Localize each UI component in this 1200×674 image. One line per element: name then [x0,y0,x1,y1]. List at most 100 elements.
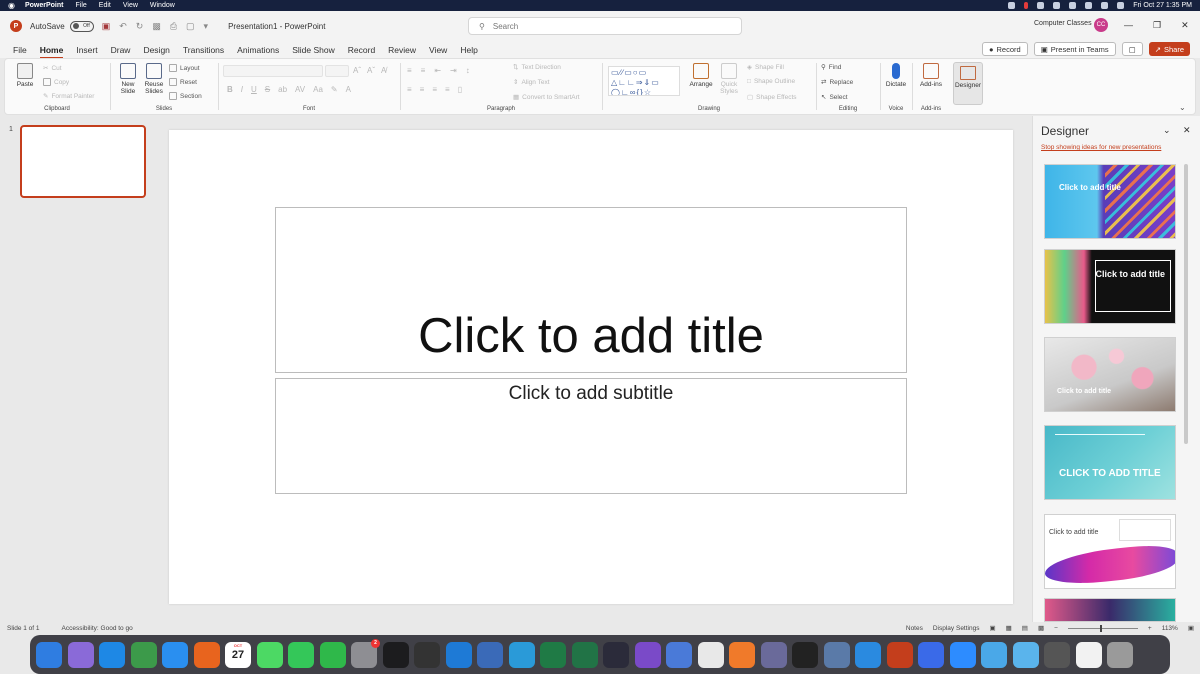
subscript-icon[interactable]: ab [278,85,287,94]
highlight-icon[interactable]: ✎ [331,85,338,94]
launchpad-icon[interactable] [67,641,94,668]
chatgpt-icon[interactable] [792,641,818,668]
tab-draw[interactable]: Draw [111,45,131,55]
autosave-toggle[interactable]: Off [69,20,94,32]
tab-file[interactable]: File [13,45,27,55]
clear-format-icon[interactable]: A̸ [381,66,386,75]
redo-icon[interactable]: ↻ [136,21,144,32]
zoom-out-icon[interactable]: − [1054,625,1058,632]
grow-font-icon[interactable]: Aˆ [353,66,361,75]
addins-button[interactable]: Add-ins [917,63,945,88]
windows-icon[interactable] [855,641,881,668]
change-case-icon[interactable]: Aa [313,85,323,94]
strikethrough-icon[interactable]: S [265,85,270,94]
increase-indent-icon[interactable]: ⇥ [450,66,457,75]
reuse-slides-button[interactable]: Reuse Slides [141,63,167,95]
present-icon[interactable]: ▢ [186,21,195,32]
bluetooth-icon[interactable] [1069,2,1077,9]
justify-icon[interactable]: ≡ [445,85,450,94]
tab-view[interactable]: View [429,45,447,55]
underline-icon[interactable]: U [251,85,257,94]
font-color-icon[interactable]: A [346,85,351,94]
design-idea-card[interactable] [1044,598,1176,622]
print-icon[interactable]: ⎙ [170,21,177,32]
comments-button[interactable]: ▢ [1121,42,1143,56]
shape-fill-button[interactable]: ◈ Shape Fill [747,63,784,72]
record-button[interactable]: ● Record [981,42,1028,56]
layout-button[interactable]: Layout [169,64,200,72]
proxyman-icon[interactable] [477,641,503,668]
customize-qat-icon[interactable]: ▾ [204,21,209,32]
arrange-button[interactable]: Arrange [687,63,715,88]
design-idea-card[interactable]: Click to add title [1044,337,1176,412]
slide-thumbnail[interactable] [20,125,146,198]
undo-icon[interactable]: ↶ [119,21,127,32]
cut-button[interactable]: ✂ Cut [43,64,62,73]
bullets-icon[interactable]: ≡ [407,66,412,75]
design-idea-card[interactable]: CLICK TO ADD TITLE [1044,425,1176,500]
zoom-slider[interactable] [1067,624,1138,632]
minimize-icon[interactable]: — [1124,20,1133,31]
display-settings-button[interactable]: Display Settings [933,625,980,632]
safari-icon[interactable] [162,641,188,668]
tab-slide-show[interactable]: Slide Show [292,45,335,55]
chrome-icon[interactable] [130,641,157,668]
new-slide-button[interactable]: New Slide [115,63,141,95]
pencil-icon[interactable] [729,641,755,668]
textedit-icon[interactable] [697,641,724,668]
slide-canvas[interactable]: Click to add title Click to add subtitle [169,130,1013,604]
obs-icon[interactable] [603,641,629,668]
screenshot-icon[interactable] [1044,641,1070,668]
affinity-icon[interactable] [508,641,535,668]
reset-button[interactable]: Reset [169,78,197,86]
close-icon[interactable]: ✕ [1183,125,1191,136]
italic-icon[interactable]: I [241,85,243,94]
stop-showing-ideas-link[interactable]: Stop showing ideas for new presentations [1041,144,1161,151]
replace-button[interactable]: ⇄ Replace [821,78,853,87]
firefox-icon[interactable] [193,641,220,668]
normal-view-icon[interactable]: ▣ [989,624,995,632]
finder-icon[interactable] [36,641,62,668]
vscode-icon[interactable] [445,641,472,668]
find-button[interactable]: ⚲ Find [821,63,841,72]
slide-sorter-icon[interactable]: ▦ [1006,624,1012,632]
align-right-icon[interactable]: ≡ [432,85,437,94]
skype-icon[interactable] [99,641,125,668]
tab-record[interactable]: Record [348,45,375,55]
powerpoint-icon[interactable] [886,641,913,668]
design-idea-card[interactable]: Click to add title [1044,249,1176,324]
convert-smartart-button[interactable]: ▦ Convert to SmartArt [513,93,580,102]
final-cut-icon[interactable] [414,641,440,668]
zoom-icon[interactable] [949,641,976,668]
search-box[interactable]: ⚲ Search [468,17,742,35]
align-left-icon[interactable]: ≡ [407,85,412,94]
designer-scrollbar[interactable] [1184,164,1188,444]
keynote-icon[interactable] [666,641,692,668]
status-tray-icon[interactable] [1037,2,1045,9]
tab-review[interactable]: Review [388,45,416,55]
menu-window[interactable]: Window [150,2,175,9]
spotlight-icon[interactable] [1101,2,1109,9]
tab-home[interactable]: Home [39,45,63,59]
tab-design[interactable]: Design [143,45,169,55]
paste-button[interactable]: Paste [13,63,37,88]
close-icon[interactable]: ✕ [1181,20,1189,31]
subtitle-placeholder[interactable]: Click to add subtitle [275,378,907,494]
dictate-button[interactable]: Dictate [881,63,911,88]
section-button[interactable]: Section [169,92,202,100]
excel-icon[interactable] [540,641,566,668]
screen-icon[interactable] [634,641,661,668]
new-slide-icon[interactable]: ▩ [152,21,161,32]
quick-styles-button[interactable]: Quick Styles [715,63,743,95]
menubar-clock[interactable]: Fri Oct 27 1:35 PM [1133,2,1192,9]
document-icon[interactable] [1075,641,1102,668]
numbering-icon[interactable]: ≡ [421,66,426,75]
facetime-icon[interactable] [288,641,314,668]
firefox-dev-icon[interactable] [918,641,944,668]
messages-icon[interactable] [256,641,283,668]
design-idea-card[interactable]: Click to add title [1044,514,1176,589]
columns-icon[interactable]: ▯ [458,85,462,94]
align-text-button[interactable]: ⇕ Align Text [513,78,550,87]
shape-outline-button[interactable]: □ Shape Outline [747,78,795,85]
format-painter-button[interactable]: ✎ Format Painter [43,92,94,101]
